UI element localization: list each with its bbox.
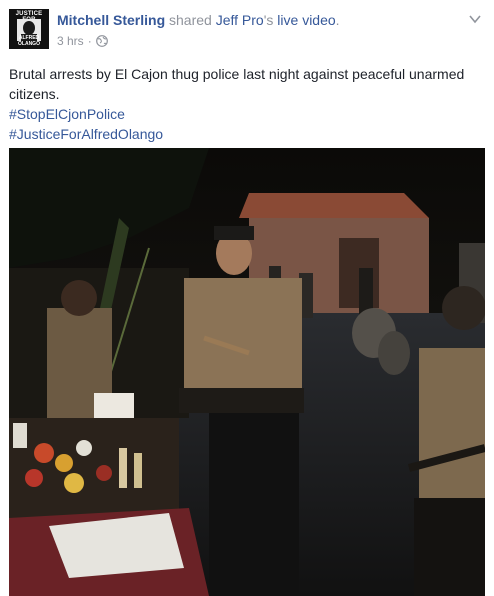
chevron-down-icon[interactable]	[468, 12, 482, 26]
header-period: .	[335, 12, 340, 28]
feed-post: JUSTICE FOR ALFRED OLANGO Mitchell Sterl…	[0, 0, 494, 596]
possessive-text: 's	[263, 12, 274, 28]
post-header: Mitchell Sterling shared Jeff Pro's live…	[57, 12, 340, 28]
author-avatar[interactable]: JUSTICE FOR ALFRED OLANGO	[9, 9, 49, 49]
timestamp-link[interactable]: 3 hrs	[57, 34, 84, 48]
post-meta: 3 hrs ·	[57, 34, 108, 48]
meta-separator: ·	[87, 34, 92, 48]
post-text: Brutal arrests by El Cajon thug police l…	[9, 66, 465, 102]
live-video-link[interactable]: live video	[277, 12, 335, 28]
avatar-caption-bottom: ALFRED OLANGO	[18, 35, 40, 47]
author-name-link[interactable]: Mitchell Sterling	[57, 12, 165, 28]
globe-icon	[95, 35, 108, 47]
hashtag-link[interactable]: #StopElCjonPolice	[9, 104, 479, 124]
hashtag-link[interactable]: #JusticeForAlfredOlango	[9, 124, 479, 144]
post-body: Brutal arrests by El Cajon thug police l…	[9, 64, 479, 144]
action-text: shared	[169, 12, 212, 28]
video-frame	[9, 148, 485, 596]
shared-from-link[interactable]: Jeff Pro	[216, 12, 264, 28]
live-video-player[interactable]	[9, 148, 485, 596]
